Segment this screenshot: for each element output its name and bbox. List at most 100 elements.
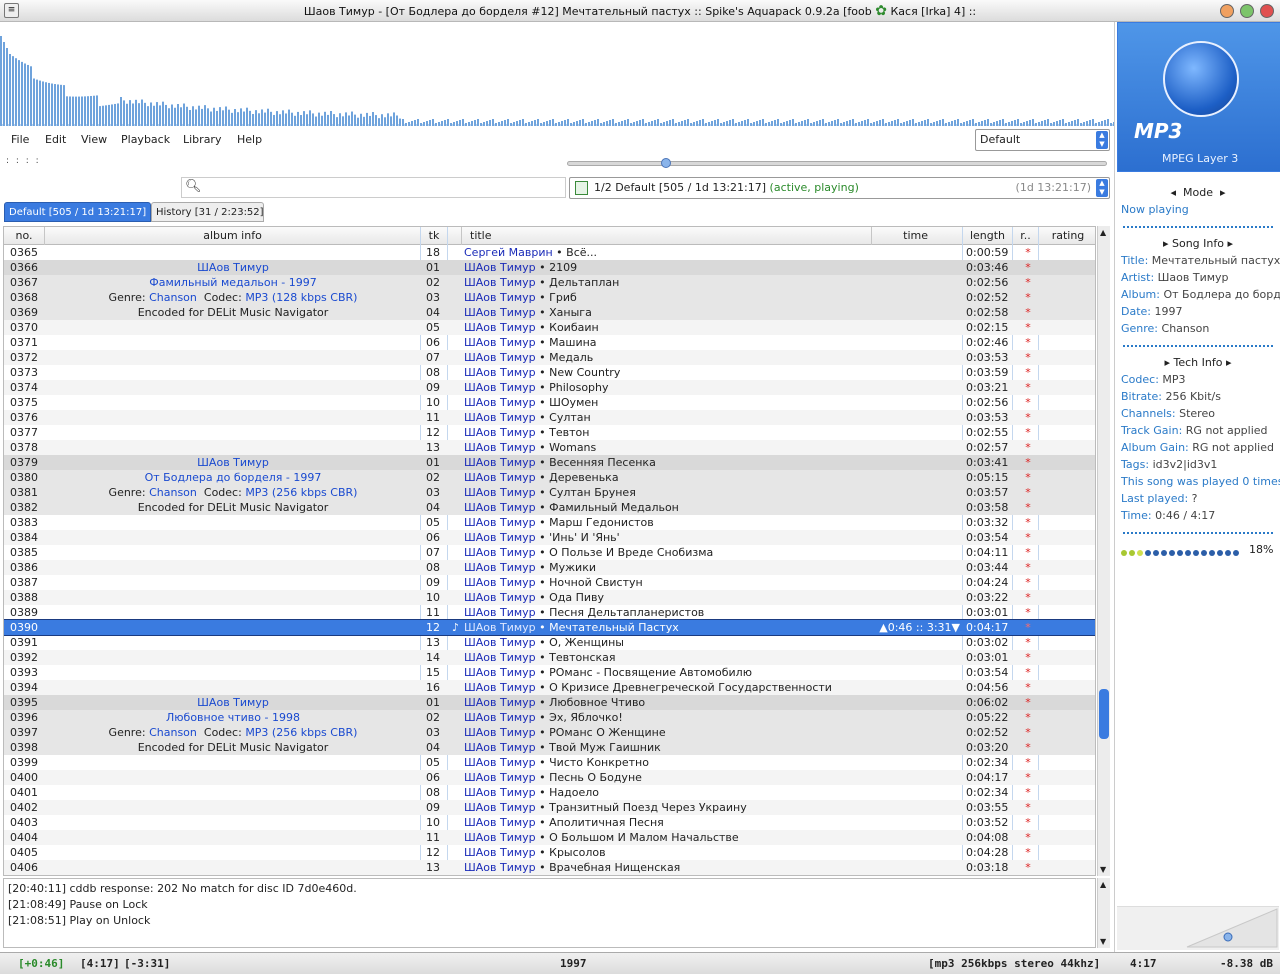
table-row[interactable]: 0370 05 ШАов Тимур • Коибаин 0:02:15 * xyxy=(4,320,1095,335)
row-rating[interactable] xyxy=(1040,605,1095,620)
row-rating[interactable] xyxy=(1040,290,1095,305)
playlist-scrollbar[interactable]: ▲ ▼ xyxy=(1097,226,1110,876)
table-row[interactable]: 0406 13 ШАов Тимур • Врачебная Нищенская 0:… xyxy=(4,860,1095,875)
table-row[interactable]: 0365 18 Сергей Маврин • Всё... 0:00:59 * xyxy=(4,245,1095,260)
col-tk[interactable]: tk xyxy=(421,227,448,245)
tab-history[interactable]: History [31 / 2:23:52] xyxy=(151,202,264,222)
rating-star-icon[interactable]: * xyxy=(1018,365,1038,380)
table-row[interactable]: 0372 07 ШАов Тимур • Медаль 0:03:53 * xyxy=(4,350,1095,365)
menu-library[interactable]: Library xyxy=(183,130,221,150)
rating-star-icon[interactable]: * xyxy=(1018,275,1038,290)
rating-star-icon[interactable]: * xyxy=(1018,665,1038,680)
table-row[interactable]: 0385 07 ШАов Тимур • О Пользе И Вреде Сноб… xyxy=(4,545,1095,560)
rating-star-icon[interactable]: * xyxy=(1018,635,1038,650)
menu-view[interactable]: View xyxy=(81,130,107,150)
table-row[interactable]: 0366 ШАов Тимур 01 ШАов Тимур • 2109 0:03:46… xyxy=(4,260,1095,275)
table-row[interactable]: 0379 ШАов Тимур 01 ШАов Тимур • Весенняя Пе… xyxy=(4,455,1095,470)
rating-star-icon[interactable]: * xyxy=(1018,740,1038,755)
rating-star-icon[interactable]: * xyxy=(1018,290,1038,305)
rating-star-icon[interactable]: * xyxy=(1018,860,1038,875)
rating-star-icon[interactable]: * xyxy=(1018,440,1038,455)
row-rating[interactable] xyxy=(1040,830,1095,845)
rating-star-icon[interactable]: * xyxy=(1018,500,1038,515)
table-row[interactable]: 0393 15 ШАов Тимур • РОманс - Посвящение А… xyxy=(4,665,1095,680)
maximize-icon[interactable] xyxy=(1240,4,1254,18)
table-row[interactable]: 0378 13 ШАов Тимур • Womans 0:02:57 * xyxy=(4,440,1095,455)
table-row[interactable]: 0403 10 ШАов Тимур • Аполитичная Песня 0:03… xyxy=(4,815,1095,830)
rating-star-icon[interactable]: * xyxy=(1018,830,1038,845)
table-row[interactable]: 0376 11 ШАов Тимур • Султан 0:03:53 * xyxy=(4,410,1095,425)
table-row[interactable]: 0396 Любовное чтиво - 1998 02 ШАов Тимур • … xyxy=(4,710,1095,725)
rating-star-icon[interactable]: * xyxy=(1018,650,1038,665)
table-row[interactable]: 0401 08 ШАов Тимур • Надоело 0:02:34 * xyxy=(4,785,1095,800)
scroll-down-icon[interactable]: ▼ xyxy=(1100,937,1106,946)
rating-star-icon[interactable]: * xyxy=(1018,710,1038,725)
rating-star-icon[interactable]: * xyxy=(1018,845,1038,860)
row-rating[interactable] xyxy=(1040,245,1095,260)
table-row[interactable]: 0374 09 ШАов Тимур • Philosophy 0:03:21 * xyxy=(4,380,1095,395)
table-row[interactable]: 0387 09 ШАов Тимур • Ночной Свистун 0:04:24… xyxy=(4,575,1095,590)
row-rating[interactable] xyxy=(1040,860,1095,875)
row-rating[interactable] xyxy=(1040,680,1095,695)
row-rating[interactable] xyxy=(1040,650,1095,665)
row-rating[interactable] xyxy=(1040,440,1095,455)
scrollbar-thumb[interactable] xyxy=(1099,689,1109,739)
mode-label[interactable]: Mode xyxy=(1183,186,1213,199)
table-row[interactable]: 0395 ШАов Тимур 01 ШАов Тимур • Любовное Чт… xyxy=(4,695,1095,710)
rating-star-icon[interactable]: * xyxy=(1018,755,1038,770)
console-scrollbar[interactable]: ▲ ▼ xyxy=(1097,878,1110,948)
rating-star-icon[interactable]: * xyxy=(1018,800,1038,815)
playlist-selector[interactable]: 1/2 Default [505 / 1d 13:21:17] (active,… xyxy=(569,177,1110,199)
search-input[interactable]: 🔍︎ xyxy=(181,177,566,198)
row-rating[interactable] xyxy=(1040,770,1095,785)
rating-star-icon[interactable]: * xyxy=(1018,380,1038,395)
row-rating[interactable] xyxy=(1040,500,1095,515)
table-row[interactable]: 0375 10 ШАов Тимур • ШОумен 0:02:56 * xyxy=(4,395,1095,410)
row-rating[interactable] xyxy=(1040,815,1095,830)
row-rating[interactable] xyxy=(1040,455,1095,470)
rating-star-icon[interactable]: * xyxy=(1018,350,1038,365)
rating-star-icon[interactable]: * xyxy=(1018,620,1038,635)
table-row[interactable]: 0388 10 ШАов Тимур • Ода Пиву 0:03:22 * xyxy=(4,590,1095,605)
row-rating[interactable] xyxy=(1040,620,1095,635)
col-rating[interactable]: rating xyxy=(1039,227,1095,245)
row-rating[interactable] xyxy=(1040,515,1095,530)
rating-star-icon[interactable]: * xyxy=(1018,605,1038,620)
scroll-up-icon[interactable]: ▲ xyxy=(1100,880,1106,889)
minimize-icon[interactable] xyxy=(1220,4,1234,18)
col-title[interactable]: title xyxy=(462,227,872,245)
row-rating[interactable] xyxy=(1040,590,1095,605)
table-row[interactable]: 0383 05 ШАов Тимур • Марш Гедонистов 0:03:3… xyxy=(4,515,1095,530)
table-row[interactable]: 0400 06 ШАов Тимур • Песнь О Бодуне 0:04:17… xyxy=(4,770,1095,785)
rating-star-icon[interactable]: * xyxy=(1018,515,1038,530)
rating-star-icon[interactable]: * xyxy=(1018,455,1038,470)
table-row[interactable]: 0384 06 ШАов Тимур • 'Инь' И 'Янь' 0:03:54 * xyxy=(4,530,1095,545)
menu-file[interactable]: File xyxy=(11,130,29,150)
rating-star-icon[interactable]: * xyxy=(1018,320,1038,335)
table-row[interactable]: 0404 11 ШАов Тимур • О Большом И Малом Нач… xyxy=(4,830,1095,845)
row-rating[interactable] xyxy=(1040,785,1095,800)
row-rating[interactable] xyxy=(1040,335,1095,350)
table-row[interactable]: 0373 08 ШАов Тимур • New Country 0:03:59 * xyxy=(4,365,1095,380)
system-menu-icon[interactable]: ≡ xyxy=(4,3,19,18)
rating-star-icon[interactable]: * xyxy=(1018,530,1038,545)
menu-help[interactable]: Help xyxy=(237,130,262,150)
rating-star-icon[interactable]: * xyxy=(1018,575,1038,590)
table-row[interactable]: 0392 14 ШАов Тимур • Тевтонская 0:03:01 * xyxy=(4,650,1095,665)
scroll-down-icon[interactable]: ▼ xyxy=(1100,865,1106,874)
row-rating[interactable] xyxy=(1040,665,1095,680)
table-row[interactable]: 0371 06 ШАов Тимур • Машина 0:02:46 * xyxy=(4,335,1095,350)
table-row[interactable]: 0386 08 ШАов Тимур • Мужики 0:03:44 * xyxy=(4,560,1095,575)
table-row[interactable]: 0369 Encoded for DELit Music Navigator 04 Ш… xyxy=(4,305,1095,320)
rating-star-icon[interactable]: * xyxy=(1018,260,1038,275)
row-rating[interactable] xyxy=(1040,350,1095,365)
table-row[interactable]: 0382 Encoded for DELit Music Navigator 04 Ш… xyxy=(4,500,1095,515)
table-row[interactable]: 0367 Фамильный медальон - 1997 02 ШАов Тиму… xyxy=(4,275,1095,290)
row-rating[interactable] xyxy=(1040,845,1095,860)
rating-star-icon[interactable]: * xyxy=(1018,560,1038,575)
table-row[interactable]: 0397 Genre: Chanson Codec: MP3 (256 kbps … xyxy=(4,725,1095,740)
now-playing-label[interactable]: Now playing xyxy=(1121,203,1189,216)
col-r[interactable]: r.. xyxy=(1013,227,1039,245)
row-rating[interactable] xyxy=(1040,380,1095,395)
table-row[interactable]: 0368 Genre: Chanson Codec: MP3 (128 kbps … xyxy=(4,290,1095,305)
